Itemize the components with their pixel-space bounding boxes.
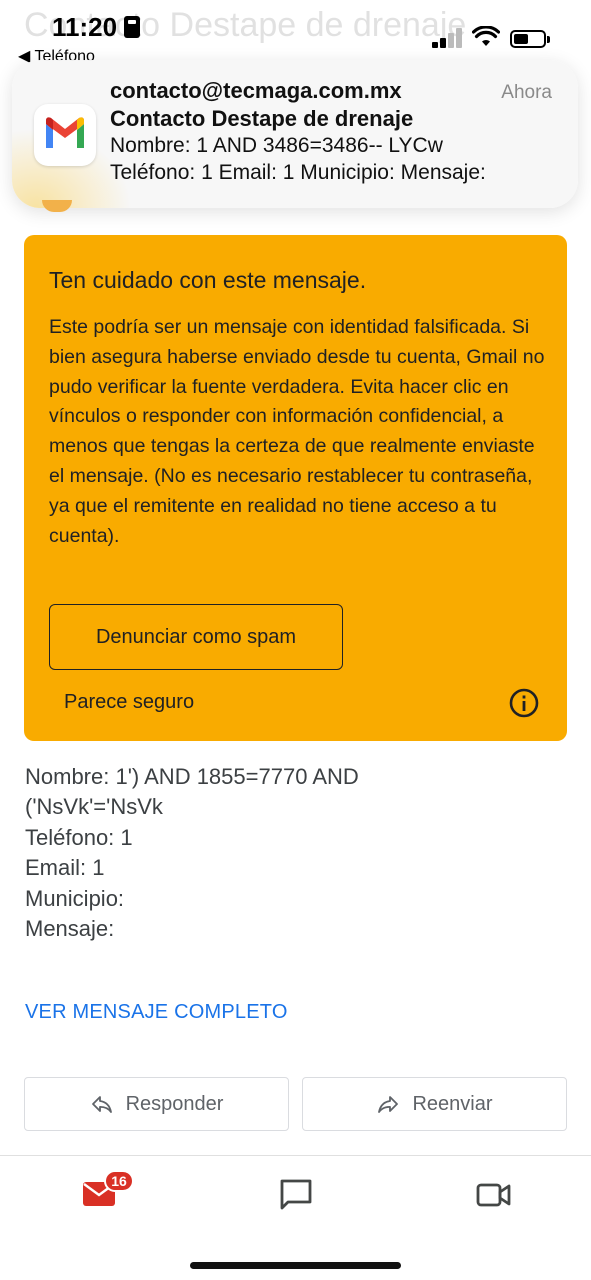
notification-preview-line: Teléfono: 1 Email: 1 Municipio: Mensaje: (110, 161, 486, 184)
bottom-navigation: 16 (0, 1155, 591, 1280)
report-spam-button[interactable]: Denunciar como spam (49, 604, 343, 670)
unread-count-badge: 16 (104, 1170, 134, 1192)
status-time: 11:20 (52, 12, 118, 42)
info-icon[interactable] (508, 687, 540, 719)
forward-icon (378, 1096, 399, 1113)
message-line: Municipio: (25, 885, 125, 911)
avatar (42, 200, 72, 212)
wifi-icon (472, 26, 500, 46)
status-bar: Contacto Destape de drenaje 11:20 ◀ Telé… (0, 0, 591, 65)
notification-sender: contacto@tecmaga.com.mx (110, 78, 402, 103)
warning-title: Ten cuidado con este mensaje. (49, 267, 367, 293)
looks-safe-button[interactable]: Parece seguro (64, 691, 194, 714)
chat-icon[interactable] (279, 1178, 313, 1212)
notification-subject: Contacto Destape de drenaje (110, 106, 414, 131)
reply-button[interactable]: Responder (24, 1077, 289, 1131)
reply-icon (91, 1096, 112, 1113)
message-body: Nombre: 1') AND 1855=7770 AND ('NsVk'='N… (25, 762, 565, 944)
meet-video-icon[interactable] (476, 1180, 512, 1210)
gmail-logo-icon (34, 104, 96, 166)
orientation-lock-icon (124, 16, 140, 38)
warning-body: Este podría ser un mensaje con identidad… (49, 316, 545, 547)
notification-time: Ahora (501, 82, 552, 103)
notification-preview-line: Nombre: 1 AND 3486=3486-- LYCw (110, 134, 443, 157)
message-line: Email: 1 (25, 855, 105, 881)
push-notification[interactable]: contacto@tecmaga.com.mx Ahora Contacto D… (12, 60, 578, 208)
message-line: Nombre: 1') AND 1855=7770 AND (25, 764, 359, 789)
message-line: ('NsVk'='NsVk (25, 794, 163, 820)
message-line: Mensaje: (25, 916, 115, 942)
message-line: Teléfono: 1 (25, 824, 133, 850)
spoofing-warning-card: Ten cuidado con este mensaje. Este podrí… (24, 235, 567, 741)
home-indicator[interactable] (190, 1262, 401, 1269)
cellular-signal-icon (432, 28, 464, 48)
forward-label: Reenviar (412, 1092, 493, 1115)
forward-button[interactable]: Reenviar (302, 1077, 567, 1131)
view-full-message-link[interactable]: VER MENSAJE COMPLETO (25, 1001, 288, 1024)
battery-icon (510, 30, 550, 48)
reply-label: Responder (125, 1092, 224, 1115)
